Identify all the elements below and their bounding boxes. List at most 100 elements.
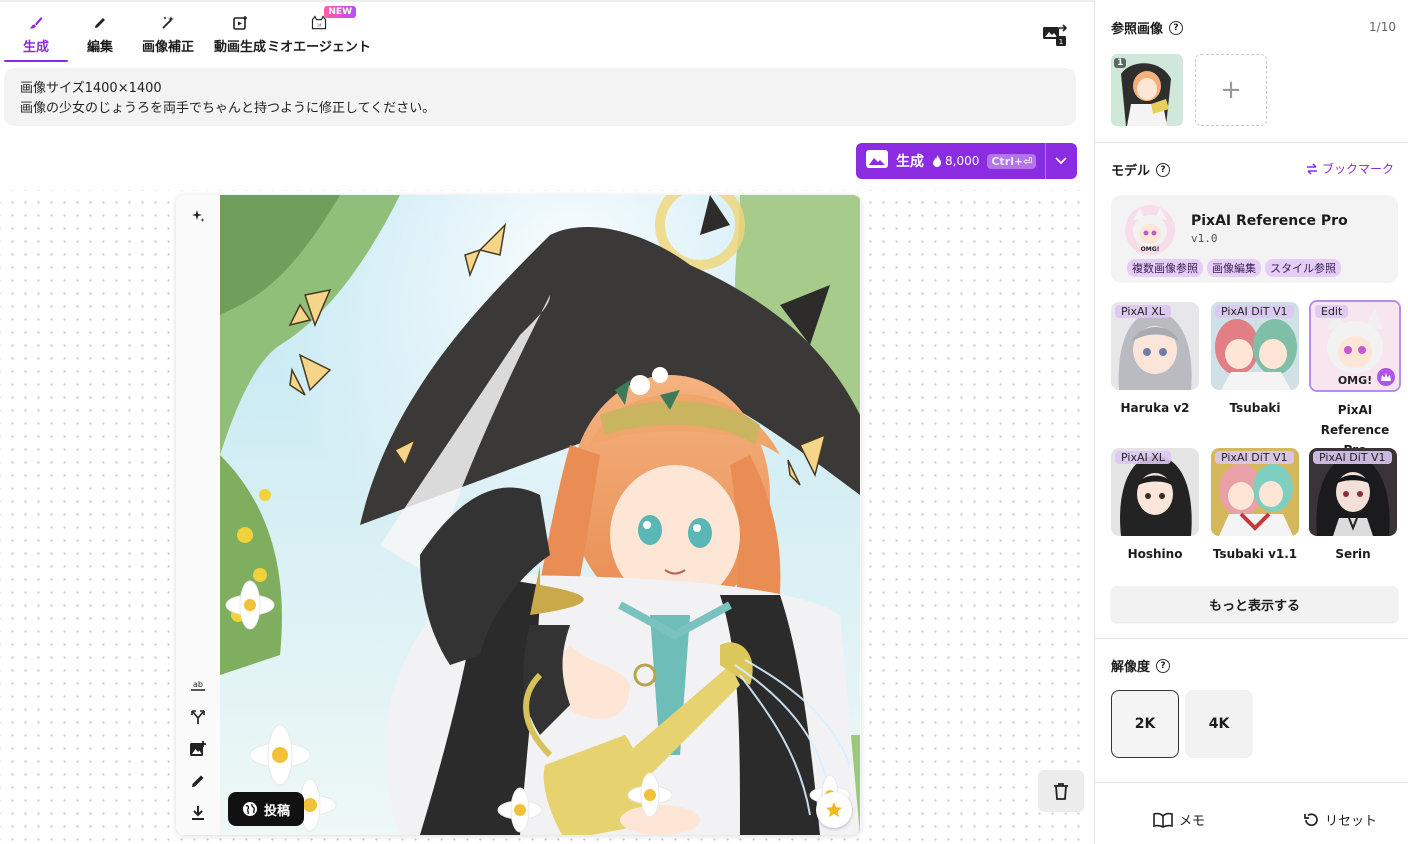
prompt-line-1: 画像サイズ1400×1400 [20,81,162,96]
bookmark-button[interactable]: ブックマーク [1306,160,1394,177]
chevron-down-icon [1055,157,1067,165]
sparkle-icon[interactable] [187,205,209,227]
show-more-models-button[interactable]: もっと表示する [1111,586,1398,622]
model-tile-reference-pro[interactable]: OMG! Edit PixAI Reference Pro [1309,300,1401,460]
resolution-option-4k[interactable]: 4K [1185,690,1253,758]
reset-button[interactable]: リセット [1303,810,1377,829]
reference-image-thumbnail[interactable]: 1 [1111,54,1183,126]
svg-text:1: 1 [1059,38,1063,46]
tab-mio-agent[interactable]: ﾐｵ ミオエージェント NEW [267,6,371,62]
help-icon[interactable]: ? [1169,20,1184,35]
post-button[interactable]: 投稿 [228,792,304,826]
model-tag: スタイル参照 [1265,259,1341,277]
generate-options-dropdown[interactable] [1046,157,1076,165]
model-title: モデル [1111,164,1151,179]
image-add-icon[interactable] [187,738,209,760]
swap-icon [1306,162,1317,175]
help-icon[interactable]: ? [1156,162,1171,177]
model-thumbnail: PixAI DiT V1 [1309,448,1397,536]
model-tile-hoshino[interactable]: PixAI XL Hoshino [1111,448,1199,564]
tab-enhance-label: 画像補正 [141,40,194,55]
credit-icon [933,155,941,167]
model-tag: 画像編集 [1207,259,1261,277]
video-add-icon [231,14,249,32]
model-version: v1.0 [1191,232,1218,245]
text-ocr-icon[interactable]: ab [187,675,209,697]
pencil-edit-icon[interactable] [187,770,209,792]
model-badge: Edit [1315,305,1349,318]
prompt-input[interactable]: 画像サイズ1400×1400 画像の少女のじょうろを両手でちゃんと持つように修正… [4,68,1076,126]
reference-images-title: 参照画像 [1111,22,1164,37]
tab-edit[interactable]: 編集 [68,6,132,62]
credit-cost: 8,000 [932,154,979,168]
tab-generate[interactable]: 生成 [4,6,68,62]
shortcut-hint: Ctrl+⏎ [987,153,1037,169]
plus-icon: + [1220,75,1242,105]
generate-label: 生成 [896,154,924,170]
help-icon[interactable]: ? [1156,658,1171,673]
trash-icon [1054,783,1068,800]
model-avatar: OMG! [1125,205,1175,255]
generate-main[interactable]: 生成 8,000 Ctrl+⏎ [856,143,1046,179]
mode-tabs: 生成 編集 画像補正 動画生成 ﾐｵ ミオエージェント NEW [4,6,371,64]
model-label: Serin [1335,547,1371,561]
reference-index: 1 [1114,58,1127,68]
result-card: ab 投稿 [176,195,861,835]
tab-edit-label: 編集 [86,40,113,55]
generate-button[interactable]: 生成 8,000 Ctrl+⏎ [856,143,1077,179]
resolution-title: 解像度 [1111,660,1151,675]
pencil-icon [91,14,109,32]
model-header: モデル ? [1111,160,1171,179]
model-label: Haruka v2 [1120,401,1190,415]
model-badge: PixAI DiT V1 [1313,451,1392,464]
tab-enhance[interactable]: 画像補正 [132,6,204,62]
brush-icon [27,14,45,32]
magic-wand-icon [159,14,177,32]
memo-button[interactable]: メモ [1153,810,1205,829]
resolution-option-2k[interactable]: 2K [1111,690,1179,758]
tab-video-label: 動画生成 [213,40,266,55]
model-tag: 複数画像参照 [1127,259,1203,277]
model-thumbnail: PixAI DiT V1 [1211,448,1299,536]
reset-icon [1304,812,1318,826]
model-thumbnail: PixAI XL [1111,448,1199,536]
svg-text:ﾐｵ: ﾐｵ [317,22,321,27]
model-tile-serin[interactable]: PixAI DiT V1 Serin [1309,448,1397,564]
book-icon [1153,812,1173,828]
model-tile-haruka[interactable]: PixAI XL Haruka v2 [1111,302,1199,418]
globe-icon [242,802,257,816]
settings-panel: 参照画像 ? 1/10 1 + モデル ? ブックマーク OMG! PixAI … [1094,0,1408,844]
model-thumbnail: PixAI XL [1111,302,1199,390]
reset-label: リセット [1325,814,1378,829]
favorite-button[interactable] [816,792,852,828]
model-tile-tsubaki-v11[interactable]: PixAI DiT V1 Tsubaki v1.1 [1211,448,1299,564]
tab-video[interactable]: 動画生成 [204,6,276,62]
model-thumbnail: OMG! Edit [1309,300,1401,392]
bookmark-label: ブックマーク [1321,162,1394,176]
prompt-line-2: 画像の少女のじょうろを両手でちゃんと持つように修正してください。 [20,101,436,116]
credit-cost-value: 8,000 [945,154,980,168]
image-size-icon[interactable]: 1 [1042,24,1072,48]
image-icon [866,150,888,172]
main-area: 生成 編集 画像補正 動画生成 ﾐｵ ミオエージェント NEW 1 画像サイズ1… [0,0,1094,844]
download-icon[interactable] [187,802,209,824]
model-label: Tsubaki v1.1 [1212,547,1298,561]
memo-label: メモ [1179,814,1206,829]
model-tile-tsubaki[interactable]: PixAI DiT V1 Tsubaki [1211,302,1299,418]
split-arrows-icon[interactable] [187,706,209,728]
model-thumbnail: PixAI DiT V1 [1211,302,1299,390]
add-reference-button[interactable]: + [1195,54,1267,126]
model-name: PixAI Reference Pro [1191,213,1348,229]
reference-count: 1/10 [1369,20,1396,34]
delete-button[interactable] [1038,770,1084,812]
svg-text:OMG!: OMG! [1141,246,1160,253]
resolution-header: 解像度 ? [1111,656,1171,675]
star-icon [826,802,842,817]
svg-text:OMG!: OMG! [1338,374,1372,387]
generated-image[interactable] [220,195,860,835]
tab-mio-agent-label: ミオエージェント [267,40,371,55]
selected-model-card[interactable]: OMG! PixAI Reference Pro v1.0 複数画像参照 画像編… [1111,195,1398,283]
crown-icon [1377,368,1395,386]
model-tags: 複数画像参照 画像編集 スタイル参照 [1127,259,1341,277]
post-label: 投稿 [263,803,290,819]
